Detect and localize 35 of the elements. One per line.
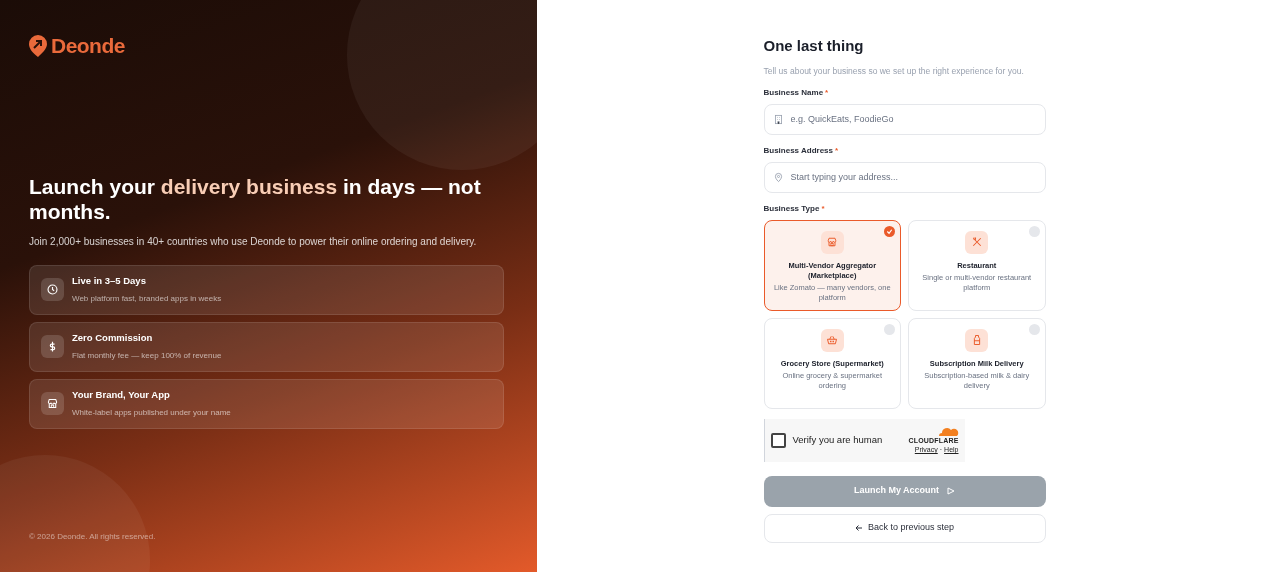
arrow-left-icon — [854, 524, 863, 532]
captcha-label: Verify you are human — [792, 432, 884, 447]
logo-icon — [29, 34, 47, 57]
feature-description: White-label apps published under your name — [72, 407, 231, 420]
utensils-icon — [970, 236, 983, 248]
feature-title: Zero Commission — [72, 330, 154, 345]
copyright-text: © 2026 Deonde. All rights reserved. — [29, 531, 156, 543]
field-label: Business Name * — [763, 86, 829, 99]
headline: Launch your delivery business in days — not months. — [29, 173, 482, 224]
form-title: One last thing — [763, 36, 865, 56]
feature-description: Flat monthly fee — keep 100% of revenue — [72, 350, 222, 363]
radio-indicator — [1028, 225, 1040, 237]
building-icon — [772, 113, 784, 125]
checkbox[interactable] — [770, 432, 786, 448]
brand-name: Deonde — [51, 33, 125, 59]
hero-subtitle: Join 2,000+ businesses in 40+ countries who use Deonde to power their online ordering and delivery. — [29, 234, 478, 249]
input-field[interactable]: Start typing your address... — [763, 161, 1046, 193]
send-icon — [947, 487, 956, 495]
feature-title: Live in 3–5 Days — [72, 273, 147, 288]
back-button[interactable]: Back to previous step — [763, 513, 1046, 543]
basket-icon — [826, 334, 839, 346]
clock-icon — [46, 283, 59, 296]
radio-indicator — [1028, 323, 1040, 335]
location-pin-icon — [772, 171, 784, 183]
cloud-icon — [936, 426, 959, 436]
field-label: Business Address * — [763, 144, 839, 157]
feature-title: Your Brand, Your App — [72, 387, 171, 402]
radio-indicator — [884, 323, 895, 335]
field-label: Business Type * — [763, 202, 825, 215]
check-icon — [884, 225, 895, 237]
store-icon — [46, 397, 59, 410]
store-icon — [826, 236, 839, 248]
form-subtitle: Tell us about your business so we set up the right experience for you. — [763, 64, 1025, 78]
input-field[interactable]: e.g. QuickEats, FoodieGo — [763, 103, 1046, 135]
feature-description: Web platform fast, branded apps in weeks — [72, 293, 222, 306]
